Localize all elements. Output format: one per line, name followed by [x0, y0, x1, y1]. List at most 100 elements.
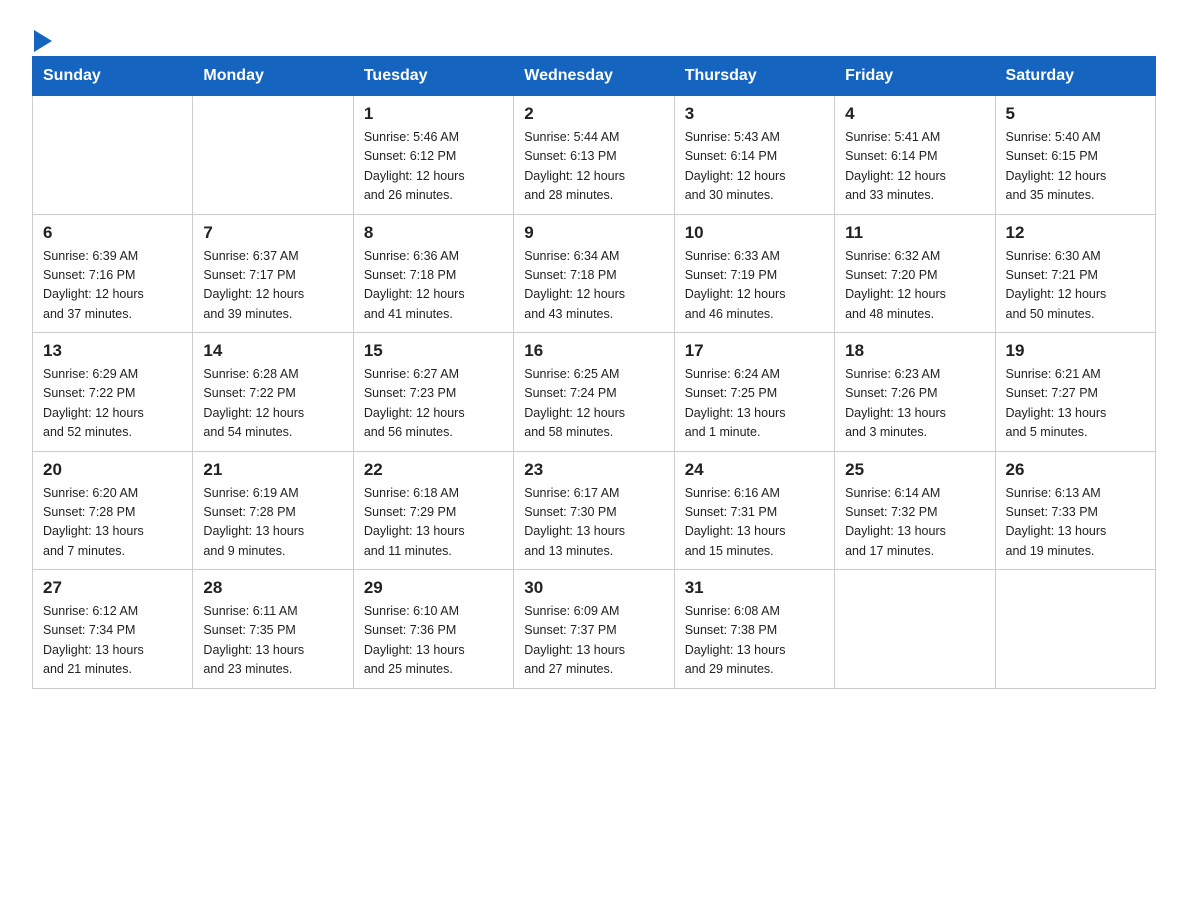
day-number: 16	[524, 341, 663, 361]
calendar-cell: 8 Sunrise: 6:36 AMSunset: 7:18 PMDaylight…	[353, 214, 513, 333]
day-number: 30	[524, 578, 663, 598]
calendar-cell: 11 Sunrise: 6:32 AMSunset: 7:20 PMDayligh…	[835, 214, 995, 333]
calendar-week-row: 6 Sunrise: 6:39 AMSunset: 7:16 PMDaylight…	[33, 214, 1156, 333]
day-number: 6	[43, 223, 182, 243]
day-number: 24	[685, 460, 824, 480]
day-info: Sunrise: 6:29 AMSunset: 7:22 PMDaylight:…	[43, 365, 182, 443]
calendar-cell	[33, 96, 193, 215]
calendar-cell: 1 Sunrise: 5:46 AMSunset: 6:12 PMDaylight…	[353, 96, 513, 215]
calendar-header-wednesday: Wednesday	[514, 57, 674, 96]
day-info: Sunrise: 6:14 AMSunset: 7:32 PMDaylight:…	[845, 484, 984, 562]
day-info: Sunrise: 6:36 AMSunset: 7:18 PMDaylight:…	[364, 247, 503, 325]
day-info: Sunrise: 5:41 AMSunset: 6:14 PMDaylight:…	[845, 128, 984, 206]
calendar-cell: 5Sunrise: 5:40 AMSunset: 6:15 PMDaylight…	[995, 96, 1155, 215]
calendar-cell	[995, 570, 1155, 689]
day-info: Sunrise: 6:11 AMSunset: 7:35 PMDaylight:…	[203, 602, 342, 680]
calendar-cell: 23 Sunrise: 6:17 AMSunset: 7:30 PMDayligh…	[514, 451, 674, 570]
calendar-cell: 30Sunrise: 6:09 AMSunset: 7:37 PMDayligh…	[514, 570, 674, 689]
calendar-cell	[835, 570, 995, 689]
day-info: Sunrise: 6:18 AMSunset: 7:29 PMDaylight:…	[364, 484, 503, 562]
day-info: Sunrise: 6:30 AMSunset: 7:21 PMDaylight:…	[1006, 247, 1145, 325]
calendar-cell: 28 Sunrise: 6:11 AMSunset: 7:35 PMDayligh…	[193, 570, 353, 689]
calendar-week-row: 13 Sunrise: 6:29 AMSunset: 7:22 PMDayligh…	[33, 333, 1156, 452]
calendar-cell: 10 Sunrise: 6:33 AMSunset: 7:19 PMDayligh…	[674, 214, 834, 333]
calendar-cell: 25Sunrise: 6:14 AMSunset: 7:32 PMDayligh…	[835, 451, 995, 570]
day-info: Sunrise: 6:28 AMSunset: 7:22 PMDaylight:…	[203, 365, 342, 443]
day-number: 3	[685, 104, 824, 124]
calendar-header-monday: Monday	[193, 57, 353, 96]
day-info: Sunrise: 6:17 AMSunset: 7:30 PMDaylight:…	[524, 484, 663, 562]
day-number: 27	[43, 578, 182, 598]
calendar-cell: 20 Sunrise: 6:20 AMSunset: 7:28 PMDayligh…	[33, 451, 193, 570]
calendar-cell: 27 Sunrise: 6:12 AMSunset: 7:34 PMDayligh…	[33, 570, 193, 689]
day-info: Sunrise: 6:19 AMSunset: 7:28 PMDaylight:…	[203, 484, 342, 562]
calendar-week-row: 27 Sunrise: 6:12 AMSunset: 7:34 PMDayligh…	[33, 570, 1156, 689]
calendar-cell: 21 Sunrise: 6:19 AMSunset: 7:28 PMDayligh…	[193, 451, 353, 570]
calendar-table: SundayMondayTuesdayWednesdayThursdayFrid…	[32, 56, 1156, 689]
day-number: 8	[364, 223, 503, 243]
calendar-cell: 18 Sunrise: 6:23 AMSunset: 7:26 PMDayligh…	[835, 333, 995, 452]
day-number: 23	[524, 460, 663, 480]
calendar-header-friday: Friday	[835, 57, 995, 96]
day-info: Sunrise: 6:20 AMSunset: 7:28 PMDaylight:…	[43, 484, 182, 562]
day-number: 28	[203, 578, 342, 598]
calendar-header-row: SundayMondayTuesdayWednesdayThursdayFrid…	[33, 57, 1156, 96]
calendar-cell: 29 Sunrise: 6:10 AMSunset: 7:36 PMDayligh…	[353, 570, 513, 689]
calendar-cell: 12Sunrise: 6:30 AMSunset: 7:21 PMDayligh…	[995, 214, 1155, 333]
day-info: Sunrise: 6:39 AMSunset: 7:16 PMDaylight:…	[43, 247, 182, 325]
calendar-header-thursday: Thursday	[674, 57, 834, 96]
day-number: 7	[203, 223, 342, 243]
calendar-cell: 26Sunrise: 6:13 AMSunset: 7:33 PMDayligh…	[995, 451, 1155, 570]
day-info: Sunrise: 6:37 AMSunset: 7:17 PMDaylight:…	[203, 247, 342, 325]
calendar-cell: 22 Sunrise: 6:18 AMSunset: 7:29 PMDayligh…	[353, 451, 513, 570]
day-info: Sunrise: 6:34 AMSunset: 7:18 PMDaylight:…	[524, 247, 663, 325]
calendar-cell: 7 Sunrise: 6:37 AMSunset: 7:17 PMDaylight…	[193, 214, 353, 333]
calendar-cell: 3 Sunrise: 5:43 AMSunset: 6:14 PMDaylight…	[674, 96, 834, 215]
calendar-header-sunday: Sunday	[33, 57, 193, 96]
day-number: 29	[364, 578, 503, 598]
day-info: Sunrise: 6:08 AMSunset: 7:38 PMDaylight:…	[685, 602, 824, 680]
calendar-header-saturday: Saturday	[995, 57, 1155, 96]
day-number: 10	[685, 223, 824, 243]
logo	[32, 32, 52, 48]
calendar-cell: 9 Sunrise: 6:34 AMSunset: 7:18 PMDaylight…	[514, 214, 674, 333]
calendar-cell: 15Sunrise: 6:27 AMSunset: 7:23 PMDayligh…	[353, 333, 513, 452]
day-info: Sunrise: 6:13 AMSunset: 7:33 PMDaylight:…	[1006, 484, 1145, 562]
day-number: 17	[685, 341, 824, 361]
logo-triangle-icon	[34, 30, 52, 52]
day-number: 5	[1006, 104, 1145, 124]
calendar-cell: 6 Sunrise: 6:39 AMSunset: 7:16 PMDaylight…	[33, 214, 193, 333]
day-info: Sunrise: 6:27 AMSunset: 7:23 PMDaylight:…	[364, 365, 503, 443]
day-number: 9	[524, 223, 663, 243]
calendar-header-tuesday: Tuesday	[353, 57, 513, 96]
day-info: Sunrise: 6:12 AMSunset: 7:34 PMDaylight:…	[43, 602, 182, 680]
calendar-cell: 17 Sunrise: 6:24 AMSunset: 7:25 PMDayligh…	[674, 333, 834, 452]
day-number: 11	[845, 223, 984, 243]
day-number: 22	[364, 460, 503, 480]
day-info: Sunrise: 6:33 AMSunset: 7:19 PMDaylight:…	[685, 247, 824, 325]
day-info: Sunrise: 6:24 AMSunset: 7:25 PMDaylight:…	[685, 365, 824, 443]
day-info: Sunrise: 5:46 AMSunset: 6:12 PMDaylight:…	[364, 128, 503, 206]
calendar-cell: 2 Sunrise: 5:44 AMSunset: 6:13 PMDaylight…	[514, 96, 674, 215]
calendar-cell	[193, 96, 353, 215]
calendar-cell: 16 Sunrise: 6:25 AMSunset: 7:24 PMDayligh…	[514, 333, 674, 452]
day-info: Sunrise: 6:23 AMSunset: 7:26 PMDaylight:…	[845, 365, 984, 443]
day-number: 21	[203, 460, 342, 480]
day-info: Sunrise: 6:10 AMSunset: 7:36 PMDaylight:…	[364, 602, 503, 680]
day-number: 19	[1006, 341, 1145, 361]
day-info: Sunrise: 5:43 AMSunset: 6:14 PMDaylight:…	[685, 128, 824, 206]
day-info: Sunrise: 5:44 AMSunset: 6:13 PMDaylight:…	[524, 128, 663, 206]
day-info: Sunrise: 6:25 AMSunset: 7:24 PMDaylight:…	[524, 365, 663, 443]
day-number: 18	[845, 341, 984, 361]
day-number: 4	[845, 104, 984, 124]
day-number: 2	[524, 104, 663, 124]
calendar-week-row: 20 Sunrise: 6:20 AMSunset: 7:28 PMDayligh…	[33, 451, 1156, 570]
calendar-cell: 4 Sunrise: 5:41 AMSunset: 6:14 PMDaylight…	[835, 96, 995, 215]
day-number: 13	[43, 341, 182, 361]
day-number: 1	[364, 104, 503, 124]
day-number: 31	[685, 578, 824, 598]
day-info: Sunrise: 6:21 AMSunset: 7:27 PMDaylight:…	[1006, 365, 1145, 443]
day-number: 20	[43, 460, 182, 480]
calendar-cell: 13 Sunrise: 6:29 AMSunset: 7:22 PMDayligh…	[33, 333, 193, 452]
day-info: Sunrise: 6:32 AMSunset: 7:20 PMDaylight:…	[845, 247, 984, 325]
